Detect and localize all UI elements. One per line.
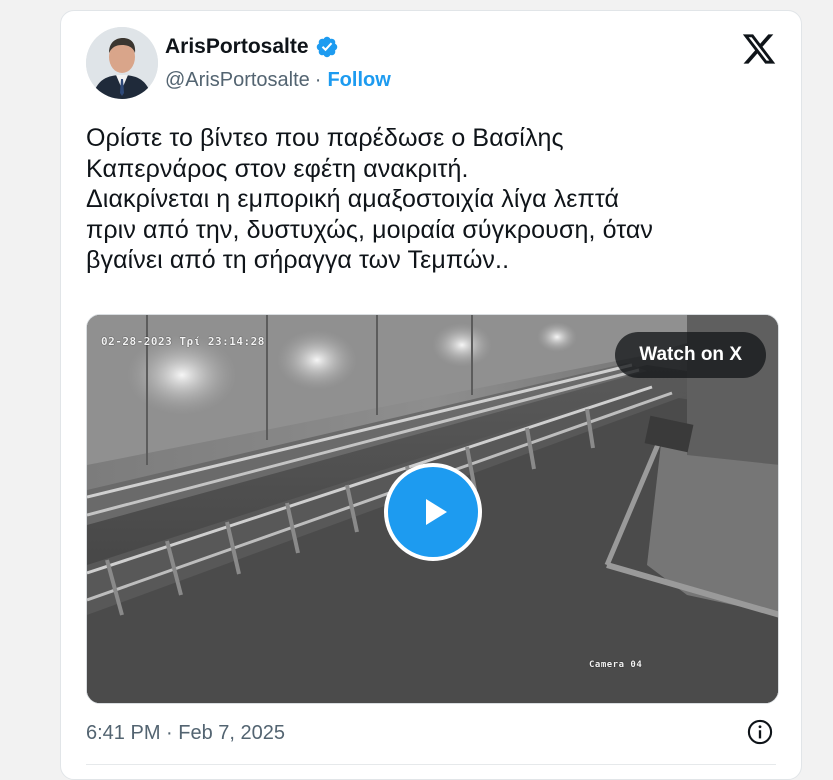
author-display-name[interactable]: ArisPortosalte [165, 35, 309, 59]
play-icon [426, 499, 447, 525]
video-player[interactable]: 02-28-2023 Τρί 23:14:28 Camera 04 Watch … [86, 314, 779, 704]
author-handle[interactable]: @ArisPortosalte [165, 69, 310, 92]
tweet-timestamp[interactable]: 6:41 PM · Feb 7, 2025 [86, 722, 285, 745]
play-button[interactable] [384, 463, 482, 561]
tweet-text-line: Καπερνάρος στον εφέτη ανακριτή. [86, 154, 469, 183]
tweet-text-line: Ορίστε το βίντεο που παρέδωσε ο Βασίλης [86, 124, 564, 152]
x-logo-icon[interactable] [741, 31, 777, 67]
author-name-row: ArisPortosalte [165, 35, 339, 59]
info-icon[interactable] [746, 718, 774, 746]
avatar[interactable] [86, 27, 158, 99]
author-handle-row: @ArisPortosalte · Follow [165, 69, 391, 92]
tweet-text-line: Διακρίνεται η εμπορική αμαξοστοιχία λίγα… [86, 185, 620, 213]
camera-label-overlay: Camera 04 [589, 660, 643, 670]
footer-divider [86, 764, 776, 765]
tweet-text-line: πριν από την, δυστυχώς, μοιραία σύγκρουσ… [86, 215, 654, 244]
tweet-card: ArisPortosalte @ArisPortosalte · Follow … [60, 10, 802, 780]
tweet-text: Ορίστε το βίντεο που παρέδωσε ο Βασίλης … [86, 123, 786, 276]
verified-badge-icon [316, 36, 337, 58]
watch-on-x-button[interactable]: Watch on X [615, 332, 766, 378]
handle-separator: · [314, 69, 322, 91]
video-datetime-overlay: 02-28-2023 Τρί 23:14:28 [101, 335, 265, 348]
follow-button[interactable]: Follow [327, 69, 390, 92]
tweet-text-line: βγαίνει από τη σήραγγα των Τεμπών.. [86, 246, 510, 274]
profile-photo-icon [86, 27, 158, 99]
